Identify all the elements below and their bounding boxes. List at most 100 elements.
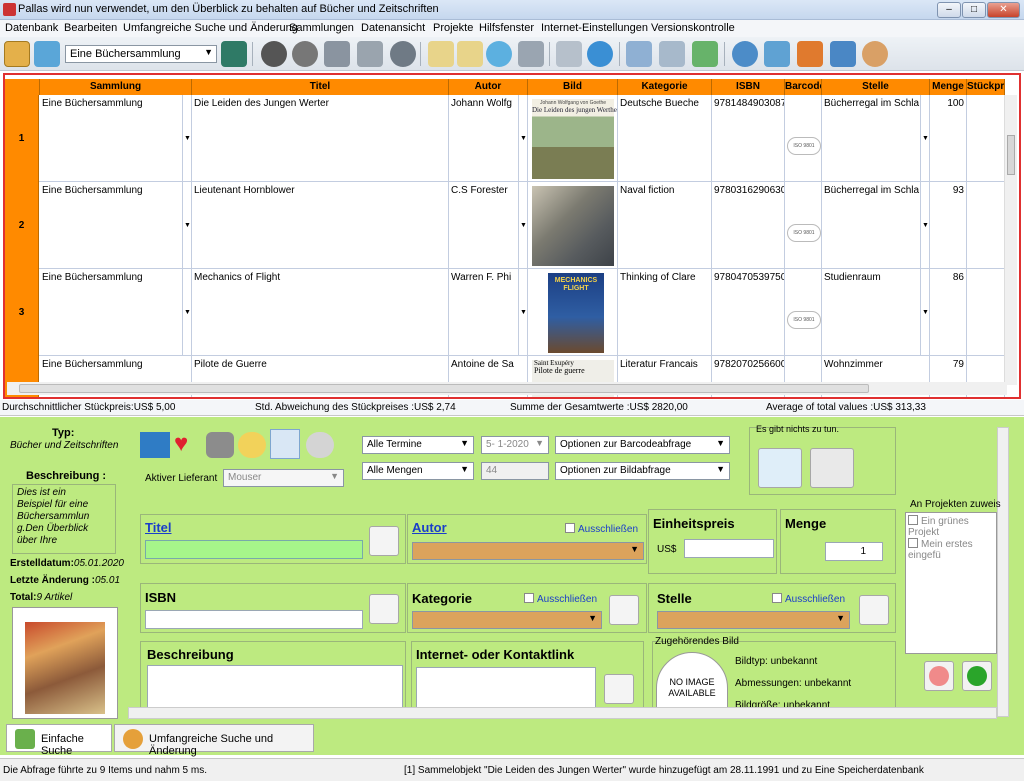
cell-sammlung[interactable]: Eine Büchersammlung — [40, 182, 192, 269]
remove-icon[interactable] — [261, 41, 287, 67]
database-icon[interactable] — [659, 41, 685, 67]
factory-icon[interactable] — [609, 595, 639, 625]
cell-sammlung[interactable]: Eine Büchersammlung — [40, 269, 192, 356]
menu-sammlungen[interactable]: Sammlungen — [289, 22, 354, 34]
cell-stelle[interactable]: Studienraum — [822, 269, 930, 356]
globe-icon[interactable] — [390, 41, 416, 67]
lightbulb-off-icon[interactable] — [306, 432, 334, 458]
table-row[interactable]: 1 Eine Büchersammlung ▼ Die Leiden des J… — [5, 95, 1009, 182]
register-icon[interactable] — [221, 41, 247, 67]
cloud-drive-icon[interactable] — [764, 41, 790, 67]
search-clear-button[interactable] — [810, 448, 854, 488]
collection-select[interactable]: Eine Büchersammlung ▼ — [65, 45, 217, 63]
stelle-select[interactable]: ▼ — [657, 611, 850, 629]
idea-icon[interactable] — [238, 432, 266, 458]
cell-bild[interactable]: Johann Wolfgang von Goethe Die Leiden de… — [528, 95, 618, 182]
beschreibung-text[interactable]: Dies ist ein Beispiel für eine Büchersam… — [12, 484, 116, 554]
barcode-options-select[interactable]: Optionen zur Barcodeabfrage ▼ — [555, 436, 730, 454]
cell-isbn[interactable]: 9780470539750 — [712, 269, 785, 356]
header-autor[interactable]: Autor — [449, 79, 528, 95]
cell-isbn[interactable]: 9781484903087 — [712, 95, 785, 182]
menu-datenbank[interactable]: Datenbank — [5, 22, 58, 34]
add-project-button[interactable] — [962, 661, 992, 691]
heart-icon[interactable]: ♥ — [174, 432, 202, 458]
scrollbar-thumb[interactable] — [1007, 135, 1015, 175]
image-icon[interactable] — [797, 41, 823, 67]
cell-sammlung[interactable]: Eine Büchersammlung — [40, 95, 192, 182]
autor-link[interactable]: Autor — [412, 520, 447, 535]
menu-umfangreiche-suche[interactable]: Umfangreiche Suche und Änderung — [123, 22, 298, 34]
isbn-input[interactable] — [145, 610, 363, 629]
print-icon[interactable] — [518, 41, 544, 67]
close-button[interactable]: ✕ — [987, 2, 1020, 18]
www-icon[interactable] — [732, 41, 758, 67]
chevron-down-icon[interactable]: ▼ — [518, 95, 528, 182]
tab-umfangreiche-suche[interactable]: Umfangreiche Suche und Änderung — [114, 724, 314, 757]
isbn-person-button[interactable] — [369, 594, 399, 624]
checkbox[interactable] — [524, 593, 534, 603]
cell-autor[interactable]: Johann Wolfg — [449, 95, 528, 182]
remove-project-button[interactable] — [924, 661, 954, 691]
chevron-down-icon[interactable]: ▼ — [518, 269, 528, 356]
help-person-icon[interactable] — [862, 41, 888, 67]
header-kategorie[interactable]: Kategorie — [618, 79, 712, 95]
menu-datenansicht[interactable]: Datenansicht — [361, 22, 425, 34]
info-icon[interactable] — [587, 41, 613, 67]
person-lookup-button[interactable] — [758, 448, 802, 488]
date-picker[interactable]: 5- 1-2020 ▼ — [481, 436, 549, 454]
cell-kategorie[interactable]: Naval fiction — [618, 182, 712, 269]
kategorie-select[interactable]: ▼ — [412, 611, 602, 629]
broom-icon[interactable] — [34, 41, 60, 67]
autor-exclude[interactable]: Ausschließen — [565, 523, 638, 535]
project-item[interactable]: Mein erstes eingefü — [908, 538, 994, 561]
scrollbar-thumb[interactable] — [19, 384, 869, 393]
header-sammlung[interactable]: Sammlung — [40, 79, 192, 95]
lieferant-select[interactable]: Mouser ▼ — [223, 469, 344, 487]
menu-projekte[interactable]: Projekte — [433, 22, 473, 34]
cell-autor[interactable]: C.S Forester — [449, 182, 528, 269]
cell-bild[interactable] — [528, 182, 618, 269]
projects-list[interactable]: Ein grünes Projekt Mein erstes eingefü — [905, 512, 997, 654]
edit-all-icon[interactable] — [457, 41, 483, 67]
grid-vertical-scrollbar[interactable] — [1004, 95, 1017, 385]
menu-versionskontrolle[interactable]: Versionskontrolle — [651, 22, 735, 34]
library-icon[interactable] — [4, 41, 30, 67]
row-number[interactable]: 1 — [5, 95, 39, 182]
add-icon[interactable] — [292, 41, 318, 67]
header-barcode[interactable]: Barcode — [785, 79, 822, 95]
header-isbn[interactable]: ISBN — [712, 79, 785, 95]
header-stelle[interactable]: Stelle — [822, 79, 930, 95]
barcode-icon[interactable] — [830, 41, 856, 67]
panel-horizontal-scrollbar[interactable] — [128, 707, 997, 719]
cell-titel[interactable]: Die Leiden des Jungen Werter — [192, 95, 449, 182]
menu-internet-einstellungen[interactable]: Internet-Einstellungen — [541, 22, 648, 34]
cell-stueckpreis[interactable] — [967, 269, 1005, 356]
autor-select[interactable]: ▼ — [412, 542, 644, 560]
qty-stepper[interactable]: 44 — [481, 462, 549, 480]
cell-stelle[interactable]: Bücherregal im Schla — [822, 95, 930, 182]
menu-bearbeiten[interactable]: Bearbeiten — [64, 22, 117, 34]
cell-menge[interactable]: 100 — [930, 95, 967, 182]
tab-einfache-suche[interactable]: Einfache Suche — [6, 724, 112, 757]
edit-icon[interactable] — [428, 41, 454, 67]
cell-titel[interactable]: Lieutenant Hornblower — [192, 182, 449, 269]
add-row-icon[interactable] — [324, 41, 350, 67]
kategorie-exclude[interactable]: Ausschließen — [524, 593, 597, 605]
header-stueckpreis[interactable]: Stückpre — [967, 79, 1005, 95]
chevron-down-icon[interactable]: ▼ — [182, 95, 192, 182]
chevron-down-icon[interactable]: ▼ — [920, 182, 930, 269]
cell-stueckpreis[interactable] — [967, 95, 1005, 182]
checkbox[interactable] — [908, 538, 918, 548]
maximize-button[interactable]: □ — [962, 2, 986, 18]
chevron-down-icon[interactable]: ▼ — [182, 182, 192, 269]
header-menge[interactable]: Menge — [930, 79, 967, 95]
titel-input[interactable] — [145, 540, 363, 559]
einheitspreis-input[interactable] — [684, 539, 774, 558]
cell-kategorie[interactable]: Deutsche Bueche — [618, 95, 712, 182]
checkbox[interactable] — [565, 523, 575, 533]
checkbox[interactable] — [908, 515, 918, 525]
chevron-down-icon[interactable]: ▼ — [920, 95, 930, 182]
header-bild[interactable]: Bild — [528, 79, 618, 95]
project-item[interactable]: Ein grünes Projekt — [908, 515, 994, 538]
termine-select[interactable]: Alle Termine ▼ — [362, 436, 474, 454]
